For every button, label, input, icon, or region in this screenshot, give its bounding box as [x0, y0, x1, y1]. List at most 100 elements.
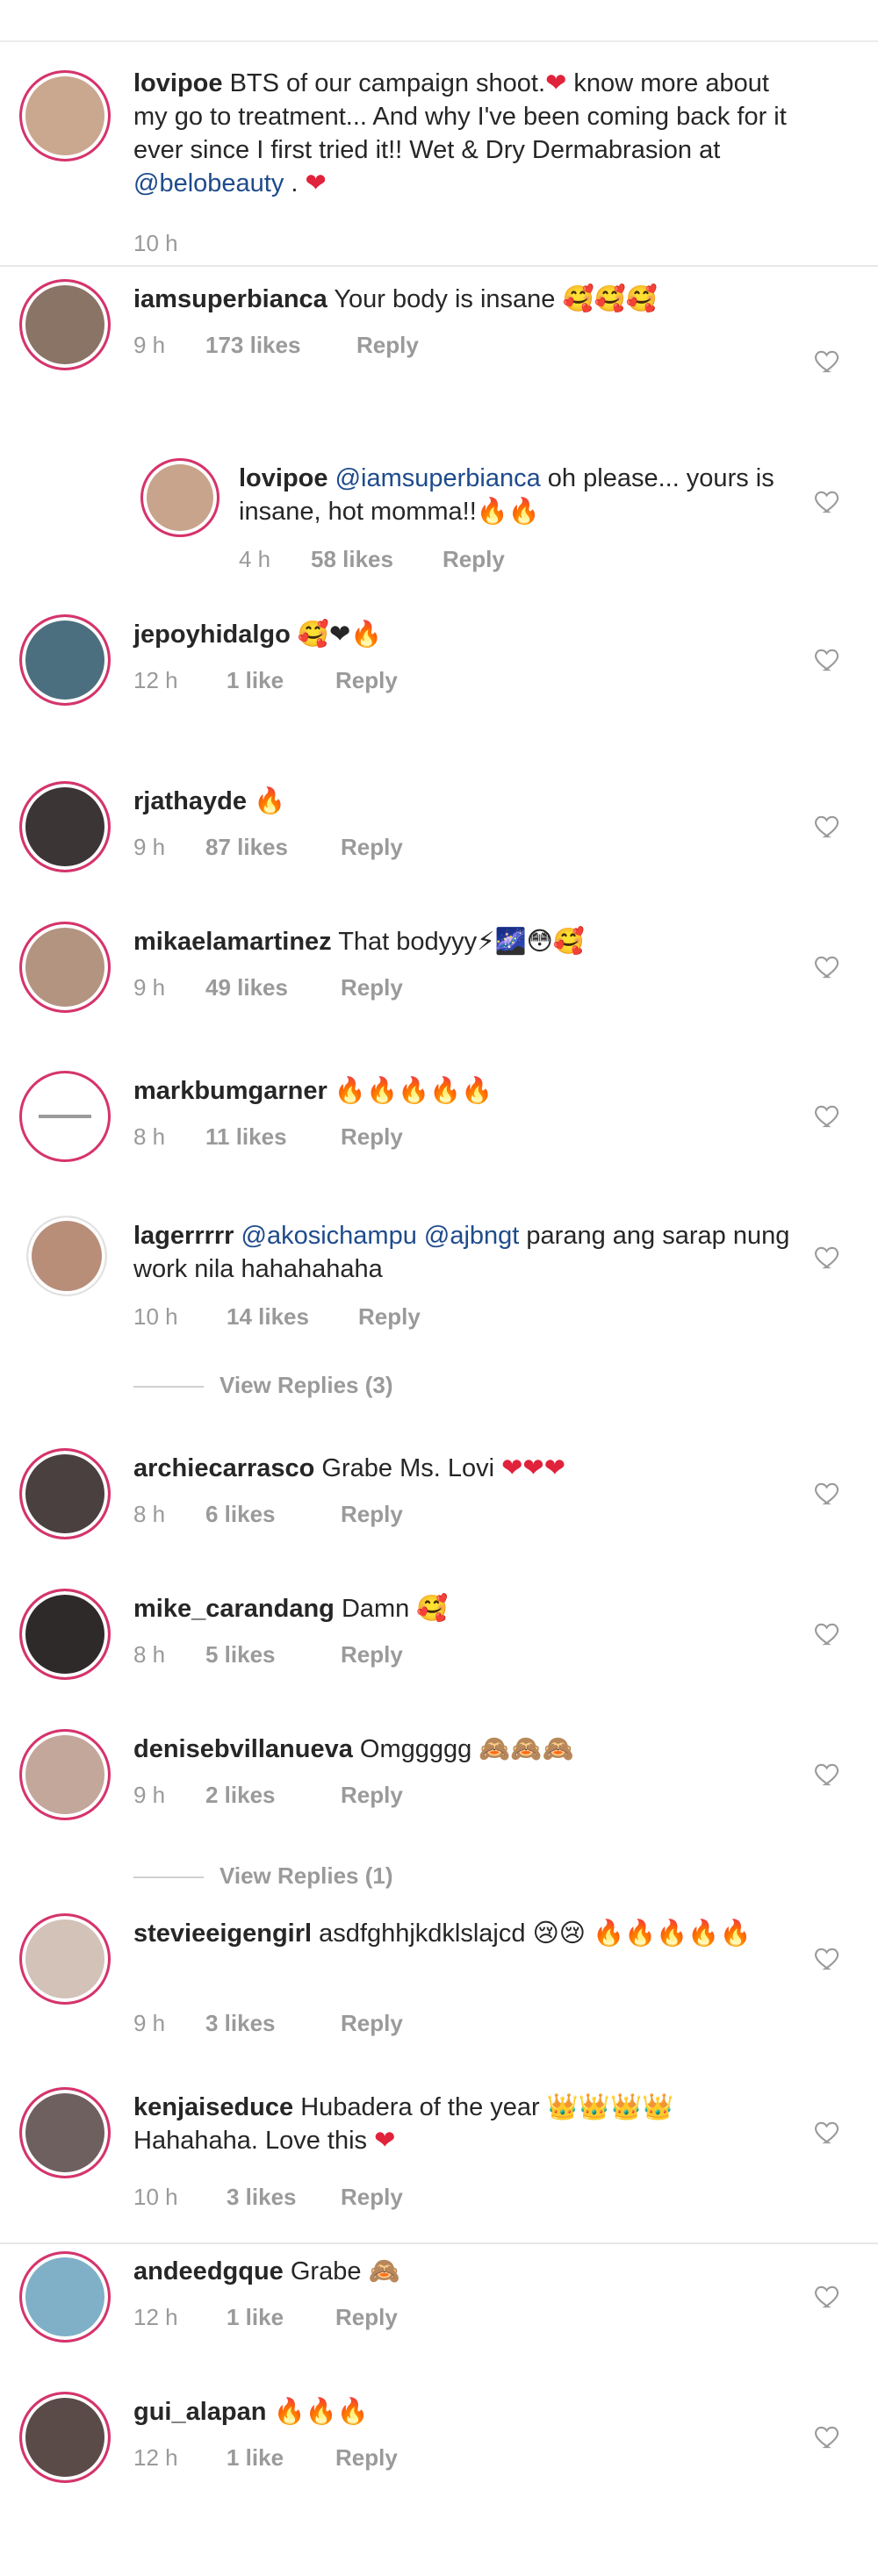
mention-link[interactable]: @belobeauty — [133, 169, 284, 197]
avatar[interactable] — [19, 279, 111, 370]
username[interactable]: gui_alapan — [133, 2398, 267, 2426]
username[interactable]: andeedgque — [133, 2257, 284, 2285]
like-count[interactable]: 11 likes — [205, 1123, 341, 1151]
like-count[interactable]: 49 likes — [205, 974, 341, 1001]
username[interactable]: stevieeigengirl — [133, 1919, 312, 1948]
avatar[interactable] — [19, 70, 111, 161]
reply-button[interactable]: Reply — [341, 974, 403, 1001]
comment: jepoyhidalgo 🥰❤🔥 12 h 1 like Reply — [0, 614, 878, 755]
username[interactable]: mike_carandang — [133, 1595, 335, 1623]
reply-button[interactable]: Reply — [356, 332, 419, 359]
username[interactable]: jepoyhidalgo — [133, 621, 291, 649]
comment-meta: 10 h 3 likes Reply — [133, 2184, 403, 2211]
heart-outline-icon[interactable] — [813, 346, 843, 376]
avatar[interactable] — [19, 2087, 111, 2178]
avatar[interactable] — [19, 1589, 111, 1680]
heart-outline-icon[interactable] — [813, 486, 843, 516]
heart-outline-icon[interactable] — [813, 644, 843, 674]
like-count[interactable]: 58 likes — [311, 546, 443, 573]
like-count[interactable]: 3 likes — [205, 2010, 341, 2037]
like-count[interactable]: 1 like — [227, 2304, 335, 2331]
avatar[interactable] — [19, 922, 111, 1013]
username[interactable]: iamsuperbianca — [133, 285, 327, 313]
username[interactable]: archiecarrasco — [133, 1454, 314, 1482]
username[interactable]: lovipoe — [239, 464, 328, 492]
comment-meta: 9 h 173 likes Reply — [133, 332, 419, 359]
avatar[interactable] — [19, 2392, 111, 2483]
heart-outline-icon[interactable] — [813, 1618, 843, 1648]
reply-button[interactable]: Reply — [341, 1782, 403, 1809]
heart-outline-icon[interactable] — [813, 2117, 843, 2147]
reply-button[interactable]: Reply — [341, 2010, 403, 2037]
timestamp: 12 h — [133, 667, 178, 693]
heart-outline-icon[interactable] — [813, 811, 843, 841]
comment-meta: 12 h 1 like Reply — [133, 2304, 398, 2331]
like-count[interactable]: 87 likes — [205, 834, 341, 861]
like-count[interactable]: 6 likes — [205, 1501, 341, 1528]
username[interactable]: denisebvillanueva — [133, 1735, 353, 1763]
like-count[interactable]: 5 likes — [205, 1641, 341, 1668]
logo-mark — [39, 1115, 91, 1118]
like-count[interactable]: 14 likes — [227, 1303, 358, 1331]
like-count[interactable]: 1 like — [227, 2444, 335, 2472]
comment-meta: 9 h 49 likes Reply — [133, 974, 403, 1001]
reply-button[interactable]: Reply — [341, 1501, 403, 1528]
like-count[interactable]: 1 like — [227, 667, 335, 694]
comment-meta: 8 h 5 likes Reply — [133, 1641, 403, 1668]
reply-button[interactable]: Reply — [335, 2304, 398, 2331]
timestamp: 4 h — [239, 546, 271, 572]
heart-outline-icon[interactable] — [813, 1101, 843, 1130]
mention-link[interactable]: @iamsuperbianca — [335, 464, 541, 492]
top-divider — [0, 40, 878, 42]
timestamp: 9 h — [133, 834, 166, 860]
username[interactable]: markbumgarner — [133, 1077, 327, 1105]
heart-outline-icon[interactable] — [813, 1759, 843, 1789]
comment-meta: 4 h 58 likes Reply — [239, 546, 505, 573]
comment-text: archiecarrasco Grabe Ms. Lovi ❤❤❤ — [133, 1454, 566, 1482]
reply-button[interactable]: Reply — [341, 1123, 403, 1151]
reply-button[interactable]: Reply — [341, 834, 403, 861]
comment: rjathayde 🔥 9 h 87 likes Reply — [0, 781, 878, 922]
reply-button[interactable]: Reply — [341, 1641, 403, 1668]
like-count[interactable]: 3 likes — [227, 2184, 341, 2211]
heart-outline-icon[interactable] — [813, 1943, 843, 1973]
caption-meta: 10 h — [133, 230, 205, 257]
comment-text: markbumgarner 🔥🔥🔥🔥🔥 — [133, 1077, 493, 1105]
username[interactable]: rjathayde — [133, 787, 247, 815]
comment: gui_alapan 🔥🔥🔥 12 h 1 like Reply — [0, 2392, 878, 2532]
view-replies-button[interactable]: View Replies (3) — [133, 1372, 393, 1399]
like-count[interactable]: 2 likes — [205, 1782, 341, 1809]
username[interactable]: lovipoe — [133, 69, 223, 97]
timestamp: 12 h — [133, 2304, 178, 2330]
mention-link[interactable]: @akosichampu @ajbngt — [241, 1222, 520, 1250]
comment: iamsuperbianca Your body is insane 🥰🥰🥰 9… — [0, 279, 878, 420]
avatar[interactable] — [19, 614, 111, 706]
avatar[interactable] — [19, 1913, 111, 2005]
avatar[interactable] — [26, 1216, 107, 1296]
avatar[interactable] — [19, 781, 111, 872]
heart-outline-icon[interactable] — [813, 1478, 843, 1508]
avatar[interactable] — [19, 1729, 111, 1820]
comment-meta: 12 h 1 like Reply — [133, 667, 398, 694]
divider — [133, 1386, 204, 1388]
divider — [0, 265, 878, 267]
heart-outline-icon[interactable] — [813, 951, 843, 981]
reply-button[interactable]: Reply — [358, 1303, 421, 1331]
reply-button[interactable]: Reply — [341, 2184, 403, 2211]
avatar[interactable] — [19, 2251, 111, 2343]
avatar[interactable] — [19, 1071, 111, 1162]
avatar[interactable] — [19, 1448, 111, 1539]
heart-outline-icon[interactable] — [813, 2281, 843, 2311]
username[interactable]: mikaelamartinez — [133, 928, 332, 956]
reply-button[interactable]: Reply — [335, 2444, 398, 2472]
like-count[interactable]: 173 likes — [205, 332, 356, 359]
reply-button[interactable]: Reply — [335, 667, 398, 694]
reply-button[interactable]: Reply — [443, 546, 505, 573]
timestamp: 10 h — [133, 2184, 178, 2210]
view-replies-button[interactable]: View Replies (1) — [133, 1862, 393, 1890]
avatar[interactable] — [140, 458, 220, 537]
username[interactable]: kenjaiseduce — [133, 2093, 293, 2121]
username[interactable]: lagerrrrr — [133, 1222, 234, 1250]
heart-outline-icon[interactable] — [813, 2422, 843, 2451]
heart-outline-icon[interactable] — [813, 1242, 843, 1272]
